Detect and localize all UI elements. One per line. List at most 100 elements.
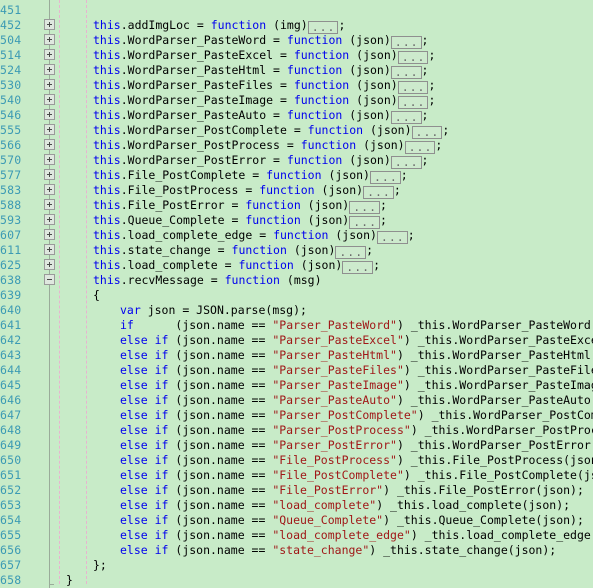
code-identifier: ) _this.File_PostComplete(json); xyxy=(403,468,593,482)
code-identifier: . xyxy=(120,273,128,287)
code-identifier: ) _this.WordParser_PasteWord(json); xyxy=(396,318,593,332)
code-line[interactable]: this.WordParser_PasteWord = function (js… xyxy=(93,33,428,49)
code-line[interactable]: var json = JSON.parse(msg); xyxy=(120,303,307,318)
code-identifier: . xyxy=(120,18,128,32)
code-line[interactable]: else if (json.name == "load_complete_edg… xyxy=(120,528,593,543)
code-identifier: ; xyxy=(338,18,346,32)
code-identifier: (json.name == xyxy=(168,393,273,407)
code-identifier: load_complete_edge xyxy=(127,228,260,242)
code-identifier: Queue_Complete xyxy=(127,213,232,227)
code-line[interactable]: else if (json.name == "File_PostProcess"… xyxy=(120,453,593,468)
code-line[interactable]: else if (json.name == "Parser_PasteAuto"… xyxy=(120,393,593,408)
code-line[interactable]: this.WordParser_PasteFiles = function (j… xyxy=(93,78,435,94)
code-keyword: this xyxy=(93,63,121,77)
code-line[interactable]: this.WordParser_PasteImage = function (j… xyxy=(93,93,435,109)
code-line[interactable]: this.addImgLoc = function (img)...; xyxy=(93,18,346,34)
code-line[interactable]: else if (json.name == "Parser_PasteFiles… xyxy=(120,363,593,378)
code-identifier: WordParser_PasteAuto xyxy=(127,108,274,122)
code-keyword: this xyxy=(93,93,121,107)
code-string-literal: "Parser_PostError" xyxy=(272,438,397,452)
code-keyword: else if xyxy=(120,363,169,377)
code-line[interactable]: else if (json.name == "state_change") _t… xyxy=(120,543,556,558)
code-line[interactable]: else if (json.name == "load_complete") _… xyxy=(120,498,570,513)
code-identifier: = xyxy=(279,93,294,107)
code-identifier: = xyxy=(217,243,232,257)
code-identifier: ) _this.File_PostError(json); xyxy=(383,483,584,497)
code-line[interactable]: else if (json.name == "File_PostComplete… xyxy=(120,468,593,483)
code-identifier: = xyxy=(245,183,260,197)
code-keyword: this xyxy=(93,273,121,287)
code-identifier: WordParser_PostProcess xyxy=(127,138,287,152)
code-line[interactable]: this.File_PostComplete = function (json)… xyxy=(93,168,408,184)
code-keyword: var xyxy=(120,303,141,317)
code-line[interactable]: this.WordParser_PasteHtml = function (js… xyxy=(93,63,429,79)
code-keyword: this xyxy=(93,78,121,92)
code-line[interactable]: else if (json.name == "Parser_PostProces… xyxy=(120,423,593,438)
code-line[interactable]: else if (json.name == "Parser_PostError"… xyxy=(120,438,593,453)
code-line[interactable]: { xyxy=(93,288,100,303)
code-identifier: = xyxy=(286,138,301,152)
code-identifier: ) _this.state_change(json); xyxy=(369,543,557,557)
code-identifier: = xyxy=(273,108,287,122)
code-identifier: (json.name == xyxy=(168,468,273,482)
code-keyword: this xyxy=(93,213,121,227)
code-line[interactable]: this.state_change = function (json)...; xyxy=(93,243,373,259)
code-line[interactable]: else if (json.name == "Queue_Complete") … xyxy=(120,513,584,528)
code-identifier: = xyxy=(273,63,287,77)
code-line[interactable]: else if (json.name == "Parser_PasteHtml"… xyxy=(120,348,593,363)
code-line[interactable]: else if (json.name == "Parser_PasteExcel… xyxy=(120,333,593,348)
code-identifier: (json.name == xyxy=(168,498,273,512)
code-identifier: ; xyxy=(400,168,408,182)
code-identifier: ; xyxy=(421,63,429,77)
code-identifier: ) _this.WordParser_PostProcess(json); xyxy=(410,423,593,437)
code-identifier: state_change xyxy=(127,243,218,257)
code-identifier: . xyxy=(120,33,128,47)
code-editor-pane[interactable]: 451 452 504 514 524 530 540 546 555 566 570 577 583 5… xyxy=(0,0,593,588)
code-identifier: . xyxy=(120,213,128,227)
code-identifier: (json.name == xyxy=(168,378,273,392)
code-string-literal: "Parser_PasteExcel" xyxy=(272,333,404,347)
code-line[interactable]: this.WordParser_PasteAuto = function (js… xyxy=(93,108,428,124)
code-keyword: function xyxy=(286,63,343,77)
code-identifier: = xyxy=(231,213,246,227)
code-line[interactable]: this.load_complete_edge = function (json… xyxy=(93,228,415,244)
code-line[interactable]: this.WordParser_PostProcess = function (… xyxy=(93,138,442,154)
code-identifier: ) _this.WordParser_PasteAuto(json); xyxy=(396,393,593,407)
code-identifier: File_PostError xyxy=(127,198,232,212)
code-text-area[interactable]: this.addImgLoc = function (img)...; this.… xyxy=(0,0,593,587)
code-string-literal: "load_complete_edge" xyxy=(272,528,411,542)
code-line[interactable]: this.File_PostProcess = function (json).… xyxy=(93,183,401,199)
code-identifier: = xyxy=(293,123,308,137)
code-line[interactable]: if (json.name == "Parser_PasteWord") _th… xyxy=(120,318,593,333)
code-identifier: (json) xyxy=(349,93,398,107)
code-line[interactable]: this.load_complete = function (json)...; xyxy=(93,258,380,274)
code-line[interactable]: }; xyxy=(93,558,107,573)
code-identifier: ; xyxy=(380,198,387,212)
code-line[interactable]: else if (json.name == "Parser_PostComple… xyxy=(120,408,593,423)
code-identifier: (json.name == xyxy=(168,483,273,497)
code-line[interactable]: this.recvMessage = function (msg) xyxy=(93,273,322,288)
code-identifier: File_PostComplete xyxy=(127,168,253,182)
code-keyword: function xyxy=(300,138,357,152)
code-line[interactable]: } xyxy=(66,573,73,588)
code-string-literal: "Parser_PasteFiles" xyxy=(272,363,404,377)
code-identifier: . xyxy=(120,48,128,62)
code-line[interactable]: this.WordParser_PostError = function (js… xyxy=(93,153,428,169)
code-line[interactable]: else if (json.name == "Parser_PasteImage… xyxy=(120,378,593,393)
code-keyword: if xyxy=(120,318,134,332)
code-string-literal: "Parser_PasteHtml" xyxy=(272,348,397,362)
code-identifier: (json) xyxy=(314,183,364,197)
code-line[interactable]: else if (json.name == "File_PostError") … xyxy=(120,483,584,498)
code-identifier: . xyxy=(120,228,128,242)
code-keyword: else if xyxy=(120,423,169,437)
collapsed-code-region[interactable]: ... xyxy=(342,261,374,274)
code-line[interactable]: this.WordParser_PostComplete = function … xyxy=(93,123,449,139)
code-line[interactable]: this.File_PostError = function (json)...… xyxy=(93,198,387,214)
collapsed-code-region[interactable]: ... xyxy=(376,231,408,244)
code-identifier: (json) xyxy=(356,138,405,152)
code-line[interactable]: this.Queue_Complete = function (json)...… xyxy=(93,213,387,229)
code-line[interactable]: this.WordParser_PasteExcel = function (j… xyxy=(93,48,435,64)
code-identifier: (json) xyxy=(349,78,398,92)
code-identifier: (img) xyxy=(266,18,308,32)
code-identifier: WordParser_PasteExcel xyxy=(127,48,280,62)
